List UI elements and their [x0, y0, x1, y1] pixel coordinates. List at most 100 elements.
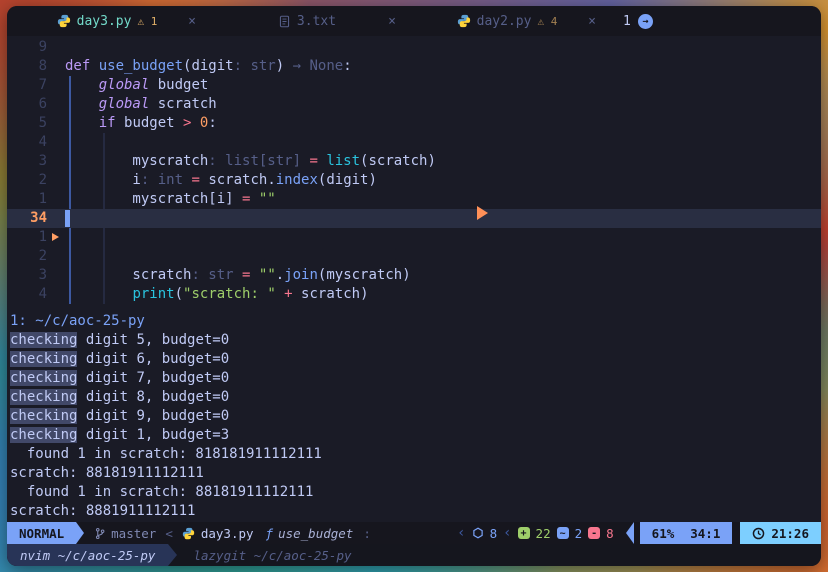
code-line[interactable]: 1 myscratch[i] = "": [7, 190, 821, 209]
code-line[interactable]: 3 scratch: str = "".join(myscratch): [7, 266, 821, 285]
python-icon: [457, 14, 471, 28]
sign-column: [47, 114, 65, 133]
breadcrumb-separator: <: [165, 526, 173, 541]
function-name: use_budget: [278, 526, 353, 541]
text-cursor: [65, 210, 70, 227]
git-removed-icon: -: [588, 527, 600, 539]
line-number: 34: [7, 209, 47, 228]
terminal-line: scratch: 8881911112111: [10, 502, 821, 521]
code-text: [65, 228, 821, 247]
tab-day2.py[interactable]: day2.py ⚠ 4 ×: [407, 6, 607, 36]
statusline: NORMAL master < day3.py ƒ use_budget : ‹…: [7, 522, 821, 544]
code-line[interactable]: 34: [7, 209, 821, 228]
git-branch-name: master: [111, 526, 156, 541]
clock-time: 21:26: [771, 526, 809, 541]
line-number: 2: [7, 171, 47, 190]
code-line[interactable]: 3 myscratch: list[str] = list(scratch): [7, 152, 821, 171]
tmux-window-active[interactable]: nvim ~/c/aoc-25-py: [7, 544, 168, 566]
diagnostic-count: 8: [490, 526, 498, 541]
tmux-windows: nvim ~/c/aoc-25-py lazygit ~/c/aoc-25-py: [7, 544, 368, 566]
terminal-line: scratch: 88181911112111: [10, 464, 821, 483]
code-text: print("scratch: " + scratch): [65, 285, 821, 304]
powerline-separator: [168, 544, 177, 566]
tab-day3.py[interactable]: day3.py⚠ 1×: [7, 6, 207, 36]
git-branch-icon: [94, 527, 106, 540]
code-line[interactable]: 8 def use_budget(digit: str) → None:: [7, 57, 821, 76]
clock-icon: [752, 527, 765, 540]
git-added-icon: +: [518, 527, 530, 539]
code-line[interactable]: 2: [7, 247, 821, 266]
time-segment: 21:26: [740, 522, 821, 544]
code-text: def use_budget(digit: str) → None:: [65, 57, 821, 76]
git-changed-count: 2: [575, 526, 583, 541]
code-text: if budget > 0:: [65, 114, 821, 133]
editor-pane[interactable]: 98 def use_budget(digit: str) → None:7 gl…: [7, 36, 821, 304]
code-line[interactable]: 9: [7, 38, 821, 57]
code-line[interactable]: 7 global budget: [7, 76, 821, 95]
close-icon[interactable]: ×: [188, 14, 196, 29]
statusline-colon: :: [363, 526, 371, 541]
sign-column: [47, 247, 65, 266]
tabline: day3.py⚠ 1×3.txt×day2.py⚠ 4× 1 →: [7, 6, 821, 36]
filename: day3.py: [201, 526, 254, 541]
warning-badge: ⚠ 1: [137, 15, 157, 28]
tab-indicator[interactable]: 1 →: [623, 14, 653, 29]
code-line[interactable]: 6 global scratch: [7, 95, 821, 114]
terminal-pane[interactable]: 1: ~/c/aoc-25-py checking digit 5, budge…: [7, 312, 821, 521]
marker-icon: [52, 233, 59, 241]
editor-lines: 98 def use_budget(digit: str) → None:7 gl…: [7, 38, 821, 304]
statusline-right: ‹ 8 ‹ + 22 ~ 2 - 8 61% 34:1 21:26: [457, 522, 821, 544]
sign-column: [47, 95, 65, 114]
code-text: myscratch[i] = "": [65, 190, 821, 209]
terminal-window: day3.py⚠ 1×3.txt×day2.py⚠ 4× 1 → 98def u…: [7, 6, 821, 566]
git-removed-count: 8: [606, 526, 614, 541]
cursor-position: 34:1: [690, 526, 720, 541]
sign-column: [47, 76, 65, 95]
git-branch[interactable]: master: [94, 526, 156, 541]
sign-column: [47, 285, 65, 304]
code-text: [65, 133, 821, 152]
code-line[interactable]: 5 if budget > 0:: [7, 114, 821, 133]
code-line[interactable]: 2 i: int = scratch.index(digit): [7, 171, 821, 190]
code-line[interactable]: 4: [7, 133, 821, 152]
line-number: 5: [7, 114, 47, 133]
line-number: 9: [7, 38, 47, 57]
desktop-wallpaper: { "colors": { "bg": "#1a1b26", "bg_dark"…: [0, 0, 828, 572]
sign-column: [47, 228, 65, 247]
terminal-line: checking digit 7, budget=0: [10, 369, 821, 388]
line-number: 8: [7, 57, 47, 76]
terminal-line: checking digit 5, budget=0: [10, 331, 821, 350]
tmux-statusbar: nvim ~/c/aoc-25-py lazygit ~/c/aoc-25-py: [7, 544, 821, 566]
git-added-count: 22: [536, 526, 551, 541]
code-text: i: int = scratch.index(digit): [65, 171, 821, 190]
scroll-percent: 61%: [652, 526, 675, 541]
line-number: 6: [7, 95, 47, 114]
code-text: [65, 38, 821, 57]
diagnostic-icon: [472, 527, 484, 539]
warning-badge: ⚠ 4: [537, 15, 557, 28]
code-line[interactable]: 4 print("scratch: " + scratch): [7, 285, 821, 304]
terminal-line: checking digit 6, budget=0: [10, 350, 821, 369]
chevron-left-icon: ‹: [503, 525, 511, 541]
terminal-line: checking digit 9, budget=0: [10, 407, 821, 426]
line-number: 2: [7, 247, 47, 266]
code-text: [65, 247, 821, 266]
terminal-line: found 1 in scratch: 818181911112111: [10, 445, 821, 464]
line-number: 3: [7, 152, 47, 171]
chevron-left-icon: ‹: [457, 525, 465, 541]
current-file[interactable]: day3.py: [182, 526, 254, 541]
close-icon[interactable]: ×: [388, 14, 396, 29]
close-icon[interactable]: ×: [588, 14, 596, 29]
code-line[interactable]: 1: [7, 228, 821, 247]
sign-column: [47, 57, 65, 76]
tab-label: day2.py: [477, 14, 532, 29]
position-segment: 61% 34:1: [640, 522, 733, 544]
sign-column: [47, 171, 65, 190]
sign-column: [47, 190, 65, 209]
function-icon: ƒ: [266, 526, 274, 541]
tmux-window[interactable]: lazygit ~/c/aoc-25-py: [177, 548, 367, 563]
tab-3.txt[interactable]: 3.txt×: [207, 6, 407, 36]
line-number: 3: [7, 266, 47, 285]
terminal-title: 1: ~/c/aoc-25-py: [10, 312, 821, 331]
code-text: global budget: [65, 76, 821, 95]
